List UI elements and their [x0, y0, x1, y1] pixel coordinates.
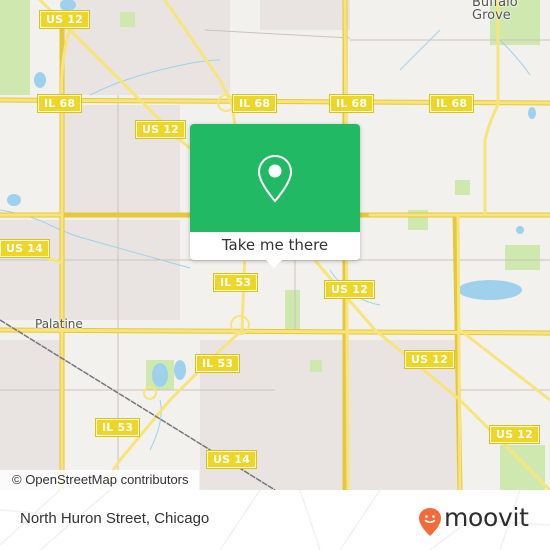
place-label-buffalo-grove: Buffalo Grove: [472, 0, 518, 22]
route-shield-us12: US 12: [324, 280, 375, 299]
place-label-palatine: Palatine: [35, 317, 83, 331]
route-shield-us12: US 12: [404, 350, 455, 369]
route-shield-us12: US 12: [489, 425, 540, 444]
route-shield-il68: IL 68: [231, 94, 278, 113]
route-shield-us14: US 14: [0, 239, 50, 258]
popup-pointer: [265, 259, 283, 268]
route-shield-us12: US 12: [39, 10, 90, 29]
map-view[interactable]: US 12 IL 68 IL 68 IL 68 IL 68 US 12 US 1…: [0, 0, 550, 490]
route-shield-il68: IL 68: [328, 94, 375, 113]
moovit-wordmark: moovit: [444, 503, 529, 532]
route-shield-us14: US 14: [206, 450, 257, 469]
popup-header: [190, 124, 360, 232]
take-me-there-button[interactable]: Take me there: [190, 232, 360, 260]
moovit-pin-icon: [419, 508, 441, 536]
route-shield-il53: IL 53: [212, 273, 259, 292]
route-shield-us12: US 12: [135, 120, 186, 139]
location-title: North Huron Street, Chicago: [20, 510, 210, 527]
route-shield-il68: IL 68: [36, 94, 83, 113]
route-shield-il53: IL 53: [94, 418, 141, 437]
map-attribution[interactable]: © OpenStreetMap contributors: [0, 470, 199, 490]
place-label-line: Grove: [472, 8, 511, 23]
take-me-there-label: Take me there: [221, 236, 329, 254]
map-pin-icon: [257, 154, 293, 203]
route-shield-il53: IL 53: [194, 354, 241, 373]
route-shield-il68: IL 68: [428, 94, 475, 113]
location-popup: Take me there: [190, 124, 360, 268]
footer-bar: North Huron Street, Chicago moovit: [0, 490, 550, 550]
